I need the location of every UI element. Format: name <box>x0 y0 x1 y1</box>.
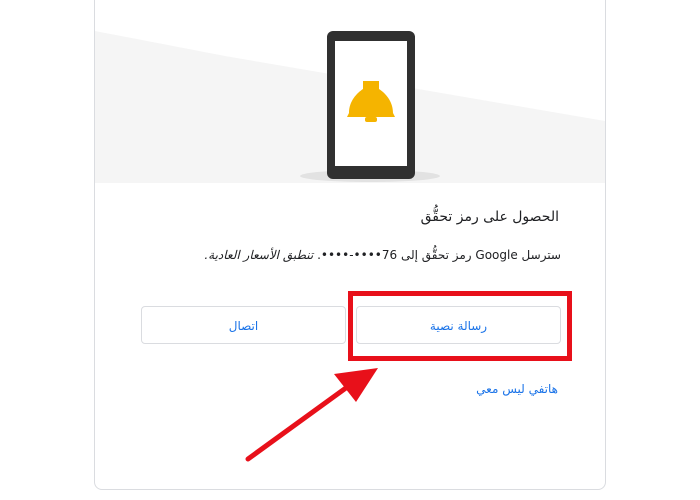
call-button[interactable]: اتصال <box>141 306 346 344</box>
red-arrow-icon <box>245 368 378 462</box>
screen: الحصول على رمز تحقُّق سترسل Google رمز ت… <box>0 0 700 500</box>
page-title: الحصول على رمز تحقُّق <box>420 209 559 225</box>
description-rates: تنطبق الأسعار العادية. <box>204 248 314 262</box>
verification-description: سترسل Google رمز تحقُّق إلى 76••••-••••.… <box>95 248 561 262</box>
description-main: سترسل Google رمز تحقُّق إلى 76••••-••••. <box>317 248 561 262</box>
annotation-highlight-box <box>348 291 572 361</box>
phone-bell-icon <box>95 31 605 183</box>
